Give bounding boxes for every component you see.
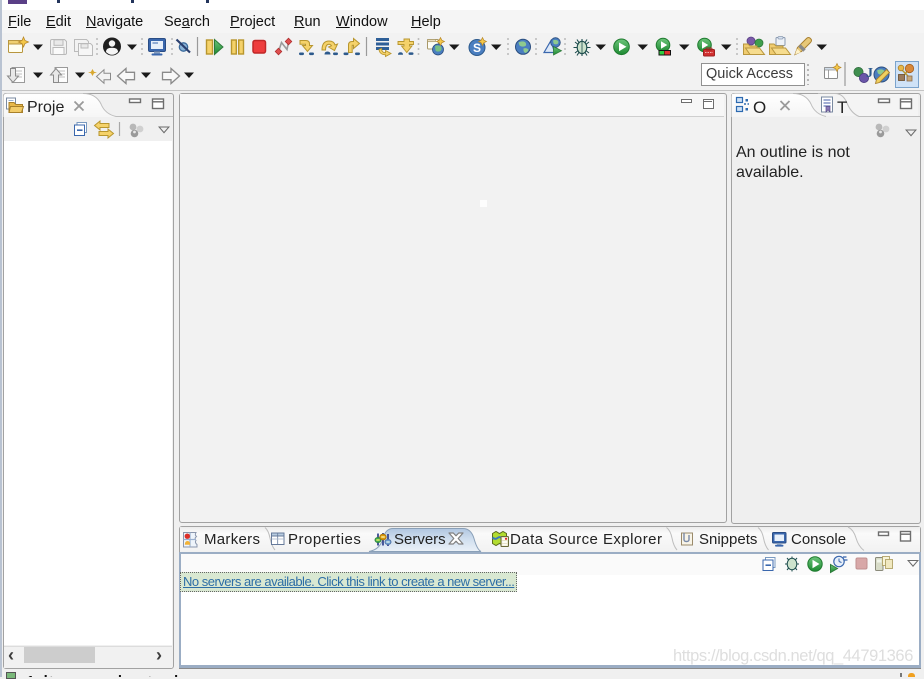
svg-text:S: S: [473, 41, 481, 55]
svg-text:J: J: [866, 66, 873, 81]
